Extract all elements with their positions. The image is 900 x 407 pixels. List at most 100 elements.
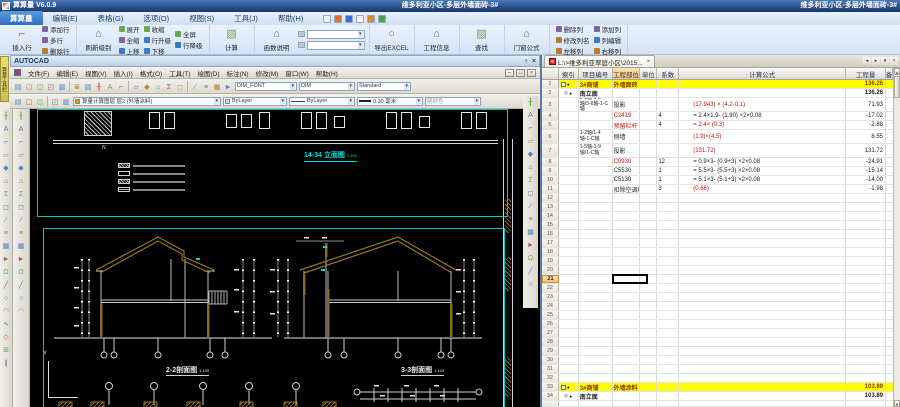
cell-note[interactable] [886, 130, 893, 143]
cell-unit[interactable] [640, 185, 657, 193]
row-number[interactable]: 33 [542, 383, 559, 391]
cell-project[interactable] [579, 356, 613, 364]
region-icon[interactable]: ○ [19, 292, 23, 305]
cell-note[interactable] [886, 167, 893, 175]
row-number[interactable]: 27 [542, 329, 559, 337]
column-header-备[interactable]: 备 [886, 68, 893, 79]
tab-工具(J)[interactable]: 工具(J) [224, 11, 268, 25]
cell-unit[interactable] [640, 80, 657, 88]
cell-project[interactable] [579, 329, 613, 337]
cell-formula[interactable]: (1.9)×(4.5) [679, 130, 846, 143]
extend-icon[interactable]: ▦ [527, 226, 534, 239]
cell-project[interactable] [579, 203, 613, 211]
cell-note[interactable] [886, 311, 893, 319]
row-number[interactable] [542, 401, 559, 406]
row-number[interactable]: 13 [542, 203, 559, 211]
cell-unit[interactable] [640, 167, 657, 175]
open-file-icon[interactable] [334, 15, 342, 23]
layer-manager-icon[interactable]: ▤ [13, 96, 23, 107]
make-block-icon[interactable]: ► [18, 253, 25, 266]
row-number[interactable]: 32 [542, 374, 559, 382]
cell-project[interactable] [579, 212, 613, 220]
row-number[interactable]: 10 [542, 176, 559, 184]
row-number[interactable]: 16 [542, 230, 559, 238]
cell-project[interactable] [579, 230, 613, 238]
cell-coefficient[interactable] [657, 392, 679, 400]
cell-quantity[interactable] [846, 329, 886, 337]
layers-icon[interactable]: ∕ [190, 81, 200, 92]
tab-next-icon[interactable]: ▸ [872, 57, 880, 65]
cell-note[interactable] [886, 248, 893, 256]
上移-button[interactable]: 上移 [119, 46, 140, 56]
cell-quantity[interactable]: -24.91 [846, 158, 886, 166]
row-number[interactable]: 3 [542, 98, 559, 111]
cell-part[interactable] [613, 230, 641, 238]
pan-icon[interactable]: ◆ [142, 81, 152, 92]
cell-coefficient[interactable] [657, 257, 679, 265]
cell-formula[interactable] [679, 374, 846, 382]
cell-quantity[interactable] [846, 266, 886, 274]
cell-index[interactable] [559, 144, 579, 157]
row-number[interactable]: 29 [542, 347, 559, 355]
cell-unit[interactable] [640, 158, 657, 166]
table-row[interactable]: 21 [542, 275, 893, 284]
restore-icon[interactable]: □ [516, 69, 525, 77]
cell-coefficient[interactable] [657, 401, 679, 406]
cell-coefficient[interactable] [657, 89, 679, 97]
row-number[interactable]: 31 [542, 365, 559, 373]
cell-note[interactable] [886, 257, 893, 265]
cell-formula[interactable]: = 5.1×3- (5.1+3) ×2×0.08 [679, 176, 846, 184]
table-row[interactable]: 11扣除空调板3(0.66)-1.98 [542, 185, 893, 194]
cell-coefficient[interactable] [657, 311, 679, 319]
cell-quantity[interactable]: 8.55 [846, 130, 886, 143]
scroll-up-icon[interactable]: ▲ [894, 68, 900, 75]
cell-unit[interactable] [640, 112, 657, 120]
lock-icon[interactable]: ▥ [61, 96, 71, 107]
cell-unit[interactable] [640, 239, 657, 247]
cell-part[interactable] [613, 221, 641, 229]
cell-part[interactable] [613, 266, 641, 274]
cell-coefficient[interactable] [657, 347, 679, 355]
cell-unit[interactable] [640, 257, 657, 265]
cell-formula[interactable]: = 5.5×3- (5.5+3) ×2×0.08 [679, 167, 846, 175]
cell-coefficient[interactable] [657, 383, 679, 391]
cell-quantity[interactable] [846, 356, 886, 364]
cell-note[interactable] [886, 356, 893, 364]
table-row[interactable]: 9C55301= 5.5×3- (5.5+3) ×2×0.08-15.14 [542, 167, 893, 176]
color-combo[interactable]: ByLayer▾ [223, 97, 287, 106]
cell-index[interactable] [559, 266, 579, 274]
match-icon[interactable]: A [105, 81, 115, 92]
row-number[interactable]: 30 [542, 356, 559, 364]
book-icon[interactable]: ∥ [4, 357, 8, 370]
cell-note[interactable] [886, 320, 893, 328]
dim-style-combo[interactable]: DIM▾ [299, 82, 355, 91]
blocks-icon[interactable]: ▦ [212, 81, 222, 92]
tab-帮助(H)[interactable]: 帮助(H) [268, 11, 313, 25]
row-number[interactable]: 34 [542, 392, 559, 400]
cell-quantity[interactable]: 131.72 [846, 144, 886, 157]
cell-part[interactable]: C5130 [613, 176, 641, 184]
cell-unit[interactable] [640, 121, 657, 129]
cell-part[interactable]: C5530 [613, 167, 641, 175]
row-number[interactable]: 17 [542, 239, 559, 247]
properties-icon[interactable]: ≡ [201, 81, 211, 92]
cell-note[interactable] [886, 176, 893, 184]
cell-project[interactable] [579, 257, 613, 265]
cell-index[interactable] [559, 98, 579, 111]
cell-unit[interactable] [640, 401, 657, 406]
cell-index[interactable] [559, 275, 579, 283]
cell-coefficient[interactable] [657, 302, 679, 310]
cell-coefficient[interactable] [657, 130, 679, 143]
cell-quantity[interactable] [846, 374, 886, 382]
table-row[interactable]: 71-5轴-1-9轴/1-C轴投影(131.72)131.72 [542, 144, 893, 158]
cell-quantity[interactable] [846, 284, 886, 292]
column-header-工程部位[interactable]: 工程部位 [613, 68, 641, 79]
cell-note[interactable] [886, 365, 893, 373]
print-icon[interactable]: ◰ [46, 81, 56, 92]
cell-part[interactable] [613, 194, 641, 202]
checkbox-icon[interactable] [561, 385, 566, 390]
插入行-button[interactable]: ⌐插入行 [4, 26, 40, 53]
cell-quantity[interactable] [846, 320, 886, 328]
trim-icon[interactable]: ≡ [528, 213, 532, 226]
row-number[interactable]: 23 [542, 293, 559, 301]
